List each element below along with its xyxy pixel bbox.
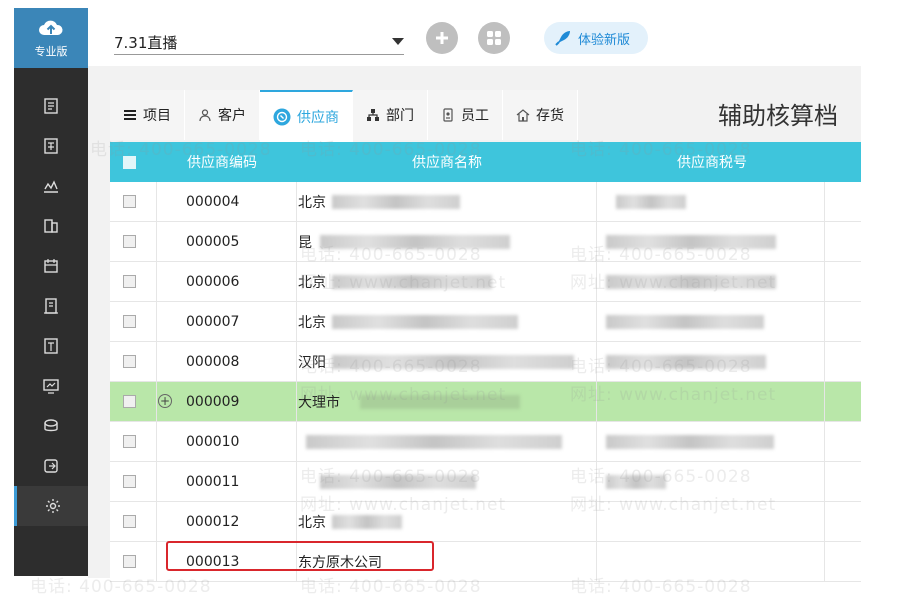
sidebar-item-coins[interactable] <box>14 406 88 446</box>
table-header: 供应商编码 供应商名称 供应商税号 <box>110 142 861 182</box>
apps-button[interactable] <box>478 22 510 54</box>
supplier-code: 000006 <box>186 273 240 290</box>
tab-label: 存货 <box>536 108 564 124</box>
supplier-icon <box>273 108 291 126</box>
tab-supplier[interactable]: 供应商 <box>260 90 353 142</box>
try-new-version-label: 体验新版 <box>578 32 631 48</box>
plus-icon <box>436 32 448 44</box>
row-checkbox[interactable] <box>122 355 136 368</box>
badge-icon <box>443 108 453 122</box>
table-row[interactable]: 000012 北京 <box>110 502 861 542</box>
sidebar: 专业版 <box>14 8 88 576</box>
tab-customer[interactable]: 客户 <box>185 90 260 140</box>
document-icon <box>44 298 58 314</box>
column-header-tax-id: 供应商税号 <box>677 155 747 171</box>
screen-icon <box>43 379 59 394</box>
supplier-code: 000008 <box>186 353 240 370</box>
sidebar-item-voucher[interactable] <box>14 86 88 126</box>
chart-line-icon <box>44 180 58 193</box>
sidebar-item-calendar[interactable] <box>14 246 88 286</box>
supplier-code: 000012 <box>186 513 240 530</box>
period-select[interactable]: 7.31直播 <box>114 30 404 55</box>
user-icon <box>199 109 211 122</box>
supplier-code: 000004 <box>186 193 240 210</box>
table-row[interactable]: 000007 北京 <box>110 302 861 342</box>
chevron-down-icon <box>392 38 404 45</box>
row-checkbox[interactable] <box>122 515 136 528</box>
table-row[interactable]: 000008 汉阳 <box>110 342 861 382</box>
tab-project[interactable]: 项目 <box>110 90 185 140</box>
table-row[interactable]: 000006 北京 <box>110 262 861 302</box>
column-header-code: 供应商编码 <box>187 155 257 171</box>
rocket-icon <box>555 31 570 46</box>
sidebar-item-settings[interactable] <box>14 486 88 526</box>
table-row[interactable]: 000005 昆 <box>110 222 861 262</box>
report-icon <box>44 219 58 233</box>
table-row-selected[interactable]: + 000009 大理市 <box>110 382 861 422</box>
invoice-icon <box>44 338 58 354</box>
tab-label: 客户 <box>218 108 246 124</box>
sidebar-item-invoice[interactable] <box>14 326 88 366</box>
cloud-upload-icon <box>39 20 63 35</box>
top-header: 7.31直播 体验新版 <box>88 8 861 66</box>
tab-department[interactable]: 部门 <box>353 90 428 140</box>
sidebar-item-chart[interactable] <box>14 166 88 206</box>
list-icon <box>124 110 136 120</box>
row-checkbox[interactable] <box>122 195 136 208</box>
org-icon <box>367 109 379 121</box>
sidebar-item-export[interactable] <box>14 446 88 486</box>
table-row[interactable]: 000011 <box>110 462 861 502</box>
row-checkbox[interactable] <box>122 475 136 488</box>
table-row[interactable]: 000010 <box>110 422 861 462</box>
select-all-checkbox[interactable] <box>122 155 136 169</box>
supplier-code: 000007 <box>186 313 240 330</box>
page-title: 辅助核算档 <box>718 102 838 130</box>
supplier-code: 000010 <box>186 433 240 450</box>
supplier-code: 000011 <box>186 473 240 490</box>
supplier-code: 000005 <box>186 233 240 250</box>
house-icon <box>516 109 530 122</box>
tab-label: 项目 <box>143 108 171 124</box>
tab-inventory[interactable]: 存货 <box>503 90 578 140</box>
row-checkbox[interactable] <box>122 275 136 288</box>
sidebar-nav <box>14 86 88 526</box>
tab-employee[interactable]: 员工 <box>428 90 503 140</box>
row-checkbox[interactable] <box>122 395 136 408</box>
coins-icon <box>44 419 58 432</box>
table-row[interactable]: 000004 北京 <box>110 182 861 222</box>
sidebar-item-ledger[interactable] <box>14 126 88 166</box>
sidebar-item-document[interactable] <box>14 286 88 326</box>
row-checkbox[interactable] <box>122 555 136 568</box>
sidebar-item-report[interactable] <box>14 206 88 246</box>
column-header-name: 供应商名称 <box>412 155 482 171</box>
sidebar-item-screen[interactable] <box>14 366 88 406</box>
row-checkbox[interactable] <box>122 235 136 248</box>
tab-label: 部门 <box>386 108 414 124</box>
tab-bar: 项目 客户 供应商 部门 员工 存货 <box>110 90 578 142</box>
add-button[interactable] <box>426 22 458 54</box>
grid-icon <box>487 31 501 45</box>
edition-label: 专业版 <box>34 45 68 58</box>
expand-icon[interactable]: + <box>158 394 172 408</box>
row-checkbox[interactable] <box>122 315 136 328</box>
try-new-version-button[interactable]: 体验新版 <box>544 22 648 54</box>
tab-label: 供应商 <box>297 110 339 126</box>
voucher-icon <box>44 98 58 114</box>
calendar-icon <box>44 259 58 273</box>
row-checkbox[interactable] <box>122 435 136 448</box>
supplier-table: 供应商编码 供应商名称 供应商税号 000004 北京 000005 昆 000… <box>110 142 861 582</box>
export-icon <box>44 459 58 473</box>
ledger-icon <box>44 138 58 154</box>
tab-label: 员工 <box>461 108 489 124</box>
period-value: 7.31直播 <box>114 34 178 52</box>
gear-icon <box>45 499 60 513</box>
app-logo[interactable]: 专业版 <box>14 8 88 68</box>
annotation-highlight-box <box>166 541 434 571</box>
